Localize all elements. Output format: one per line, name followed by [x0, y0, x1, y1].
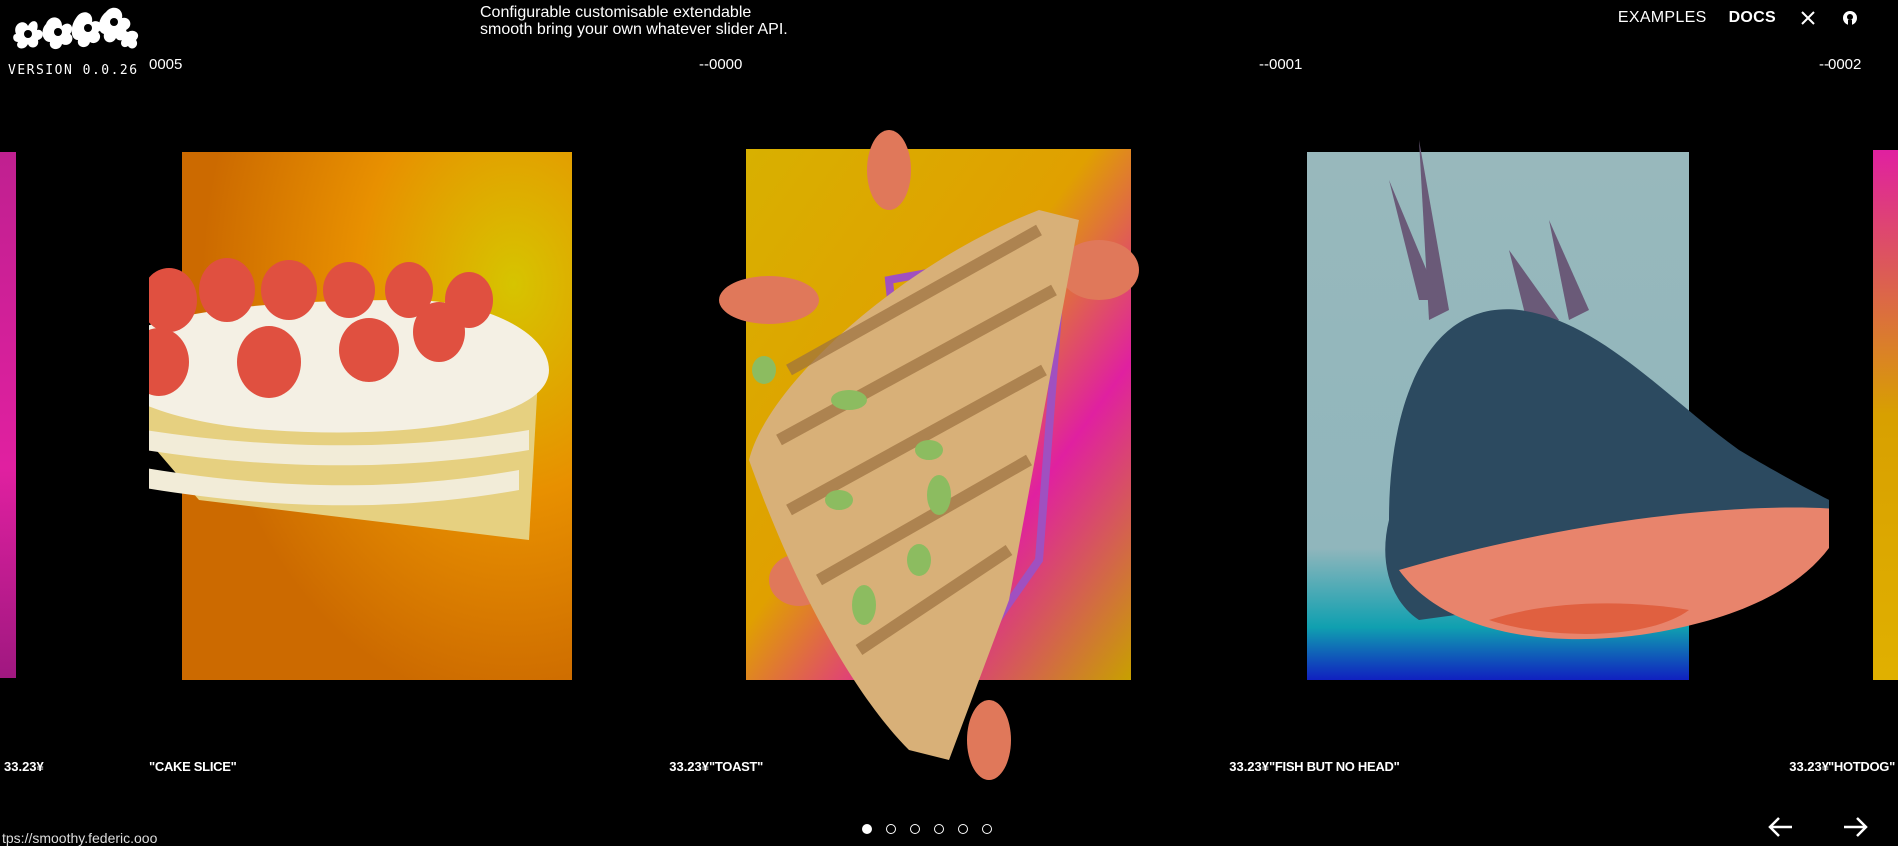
slide-toast[interactable]: 0000 -- "TOAST" 33.23¥ [709, 0, 1269, 846]
edge-right-number: 0002 [1828, 56, 1862, 73]
slide-number: 0005 [149, 56, 183, 73]
pagination-dots [862, 824, 992, 834]
smoothy-logo[interactable] [10, 4, 145, 62]
slide-title: "TOAST" [709, 759, 764, 774]
slide-dash: -- [699, 56, 709, 73]
edge-slide-right [1873, 150, 1898, 680]
cake-slice-image [149, 152, 572, 680]
slide-number: 0001 [1269, 56, 1303, 73]
slide-cake[interactable]: 0005 -- "CAKE SLICE" 33.23¥ [149, 0, 709, 846]
slide-fish[interactable]: 0001 -- "FISH BUT NO HEAD" 33.23¥ [1269, 0, 1829, 846]
edge-slide-left [0, 152, 16, 678]
pagination-dot-2[interactable] [886, 824, 896, 834]
slide-price: 33.23¥ [669, 759, 709, 774]
fish-image [1307, 140, 1829, 680]
arrow-right-icon[interactable] [1840, 812, 1870, 842]
pagination-dot-6[interactable] [982, 824, 992, 834]
slide-title: "CAKE SLICE" [149, 759, 237, 774]
slide-number: 0000 [709, 56, 743, 73]
pagination-dot-4[interactable] [934, 824, 944, 834]
pagination-dot-3[interactable] [910, 824, 920, 834]
edge-left-price: 33.23¥ [4, 759, 44, 774]
version-label: VERSION 0.0.26 [8, 63, 139, 78]
slide-price: 33.23¥ [1229, 759, 1269, 774]
slide-price: 33.23¥ [1789, 759, 1829, 774]
pagination-dot-1[interactable] [862, 824, 872, 834]
slide-dash: -- [1259, 56, 1269, 73]
link-status-url: tps://smoothy.federic.ooo [0, 830, 160, 846]
pagination-dot-5[interactable] [958, 824, 968, 834]
slide-title: "FISH BUT NO HEAD" [1269, 759, 1400, 774]
github-icon[interactable] [1840, 8, 1860, 28]
edge-right-title: "HOTDOG" [1828, 759, 1895, 774]
slider-controls [1766, 812, 1870, 842]
toast-image [719, 130, 1139, 780]
arrow-left-icon[interactable] [1766, 812, 1796, 842]
